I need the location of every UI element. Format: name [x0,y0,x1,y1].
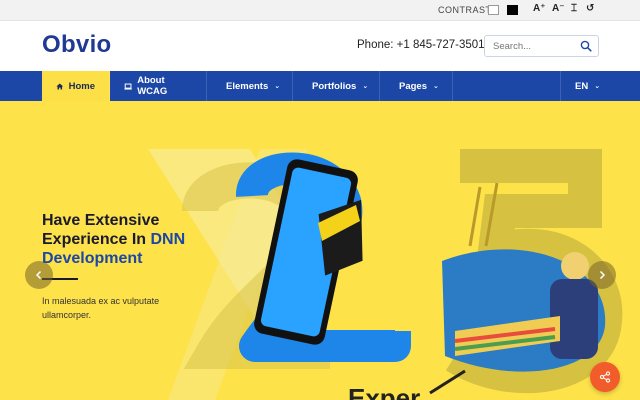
chevron-down-icon: ⌄ [362,83,369,90]
slider-next-button[interactable] [588,261,616,289]
hero-bottom-text: Exper [348,383,421,400]
contrast-label: CONTRAST: [438,5,494,15]
slider-prev-button[interactable] [25,261,53,289]
search-icon[interactable] [580,40,592,52]
nav-label-elements: Elements [226,80,269,92]
site-logo[interactable]: Obvio [42,31,112,59]
nav-item-portfolios[interactable]: Portfolios ⌄ [293,71,380,101]
hero-subtext: In malesuada ex ac vulputate ullamcorper… [42,296,160,320]
nav-item-about[interactable]: About WCAG [110,71,207,101]
contrast-black-button[interactable] [507,5,518,15]
contrast-white-button[interactable] [488,5,499,15]
laptop-icon [124,83,132,90]
home-icon [56,82,64,90]
language-label: EN [575,80,589,92]
hero-heading-line2: Experience In [42,231,151,248]
hero-slider: Have Extensive Experience In DNN Develop… [0,101,640,400]
hero-heading-line3: Development [42,250,143,267]
text-spacing-button[interactable]: ⌶ [571,3,577,14]
chevron-down-icon: ⌄ [433,83,439,90]
chevron-left-icon [35,270,42,280]
accessibility-toolbar: CONTRAST: A⁺ A⁻ ⌶ ↺ [0,0,640,21]
reset-button[interactable]: ↺ [586,3,594,14]
nav-label-about: About WCAG [137,75,168,97]
hero-heading: Have Extensive Experience In DNN Develop… [42,211,242,268]
chevron-right-icon [599,270,606,280]
share-button[interactable] [590,362,620,392]
phone-number: Phone: +1 845-727-3501 [357,39,485,51]
site-header: Obvio Phone: +1 845-727-3501 [0,21,640,71]
nav-item-pages[interactable]: Pages ⌄ [380,71,453,101]
hero-heading-line1: Have Extensive [42,212,160,229]
hero-heading-highlight: DNN [150,231,186,248]
nav-label-pages: Pages [399,80,427,92]
search-input[interactable] [493,39,573,54]
nav-label-home: Home [68,80,95,92]
share-icon [599,371,611,383]
decrease-font-button[interactable]: A⁻ [552,3,565,14]
main-nav: Home About WCAG Elements ⌄ Portfolios ⌄ … [0,71,640,101]
increase-font-button[interactable]: A⁺ [533,3,546,14]
chevron-down-icon: ⌄ [594,83,601,90]
chevron-down-icon: ⌄ [274,83,281,90]
nav-label-portfolios: Portfolios [312,80,357,92]
nav-item-elements[interactable]: Elements ⌄ [207,71,293,101]
search-box [484,35,599,57]
nav-item-home[interactable]: Home [42,71,110,101]
language-selector[interactable]: EN ⌄ [560,71,610,101]
